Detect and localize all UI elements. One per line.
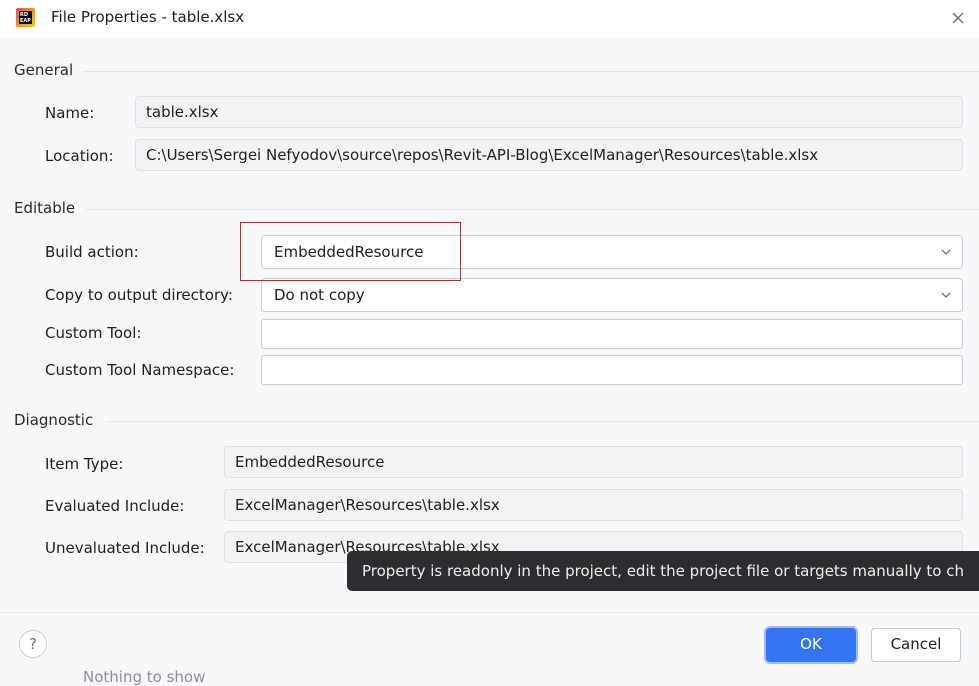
file-properties-dialog: RD EAP File Properties - table.xlsx Gener… — [0, 0, 979, 686]
general-divider — [82, 71, 979, 72]
diagnostic-heading: Diagnostic — [14, 411, 94, 429]
copy-output-label: Copy to output directory: — [45, 286, 233, 304]
item-type-field[interactable]: EmbeddedResource — [224, 446, 963, 478]
window-title: File Properties - table.xlsx — [51, 8, 245, 26]
title-bar: RD EAP File Properties - table.xlsx — [0, 0, 979, 37]
editable-divider — [86, 209, 979, 210]
general-heading: General — [14, 61, 74, 79]
custom-tool-namespace-label: Custom Tool Namespace: — [45, 361, 235, 379]
name-label: Name: — [45, 104, 95, 122]
rider-app-icon: RD EAP — [16, 8, 35, 27]
chevron-down-icon — [941, 249, 951, 255]
location-label: Location: — [45, 147, 114, 165]
readonly-tooltip: Property is readonly in the project, edi… — [347, 551, 979, 591]
chevron-down-icon — [941, 292, 951, 298]
diagnostic-divider — [106, 421, 979, 422]
cancel-button[interactable]: Cancel — [871, 628, 961, 662]
evaluated-include-label: Evaluated Include: — [45, 497, 185, 515]
name-field[interactable]: table.xlsx — [135, 96, 963, 128]
location-field[interactable]: C:\Users\Sergei Nefyodov\source\repos\Re… — [135, 139, 963, 171]
build-action-label: Build action: — [45, 243, 139, 261]
custom-tool-input[interactable] — [261, 319, 963, 349]
highlight-box — [240, 222, 461, 281]
ok-button[interactable]: OK — [766, 628, 856, 662]
copy-output-dropdown[interactable]: Do not copy — [261, 278, 963, 312]
evaluated-include-field[interactable]: ExcelManager\Resources\table.xlsx — [224, 489, 963, 521]
custom-tool-namespace-input[interactable] — [261, 355, 963, 385]
unevaluated-include-label: Unevaluated Include: — [45, 539, 205, 557]
editable-heading: Editable — [14, 199, 76, 217]
copy-output-value: Do not copy — [274, 286, 365, 304]
footer-divider — [0, 612, 979, 613]
help-button[interactable]: ? — [19, 630, 47, 658]
item-type-label: Item Type: — [45, 455, 124, 473]
close-icon[interactable] — [946, 6, 970, 30]
background-empty-text: Nothing to show — [83, 668, 206, 686]
custom-tool-label: Custom Tool: — [45, 324, 142, 342]
